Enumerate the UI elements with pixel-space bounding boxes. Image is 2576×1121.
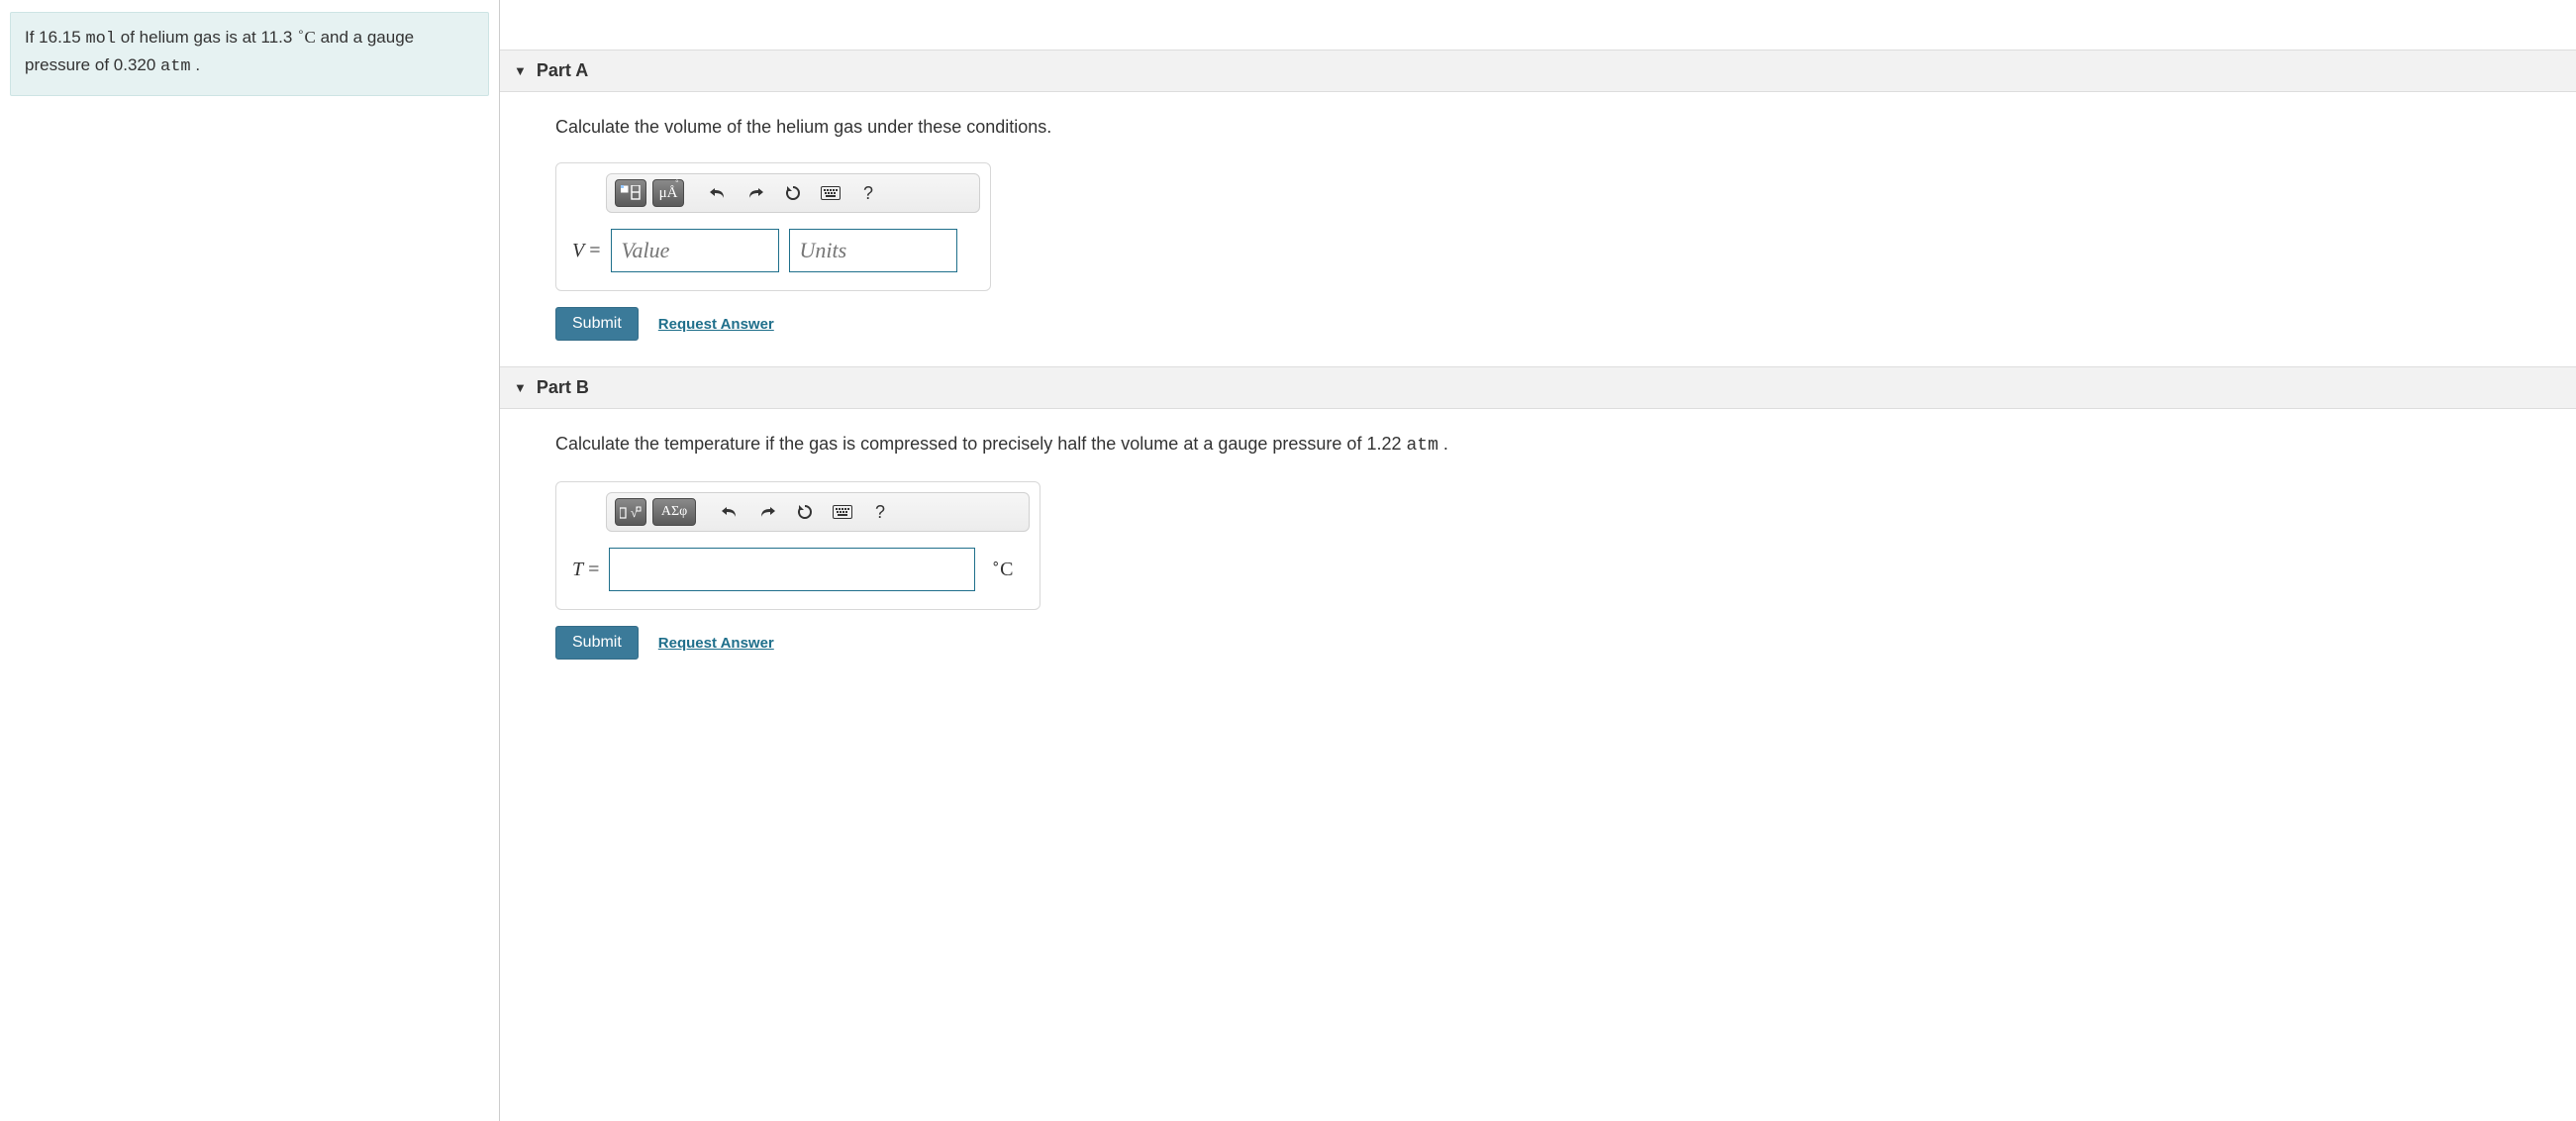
part-b-title: Part B bbox=[537, 377, 589, 398]
intro-degree: ∘C bbox=[297, 28, 316, 47]
part-a-body: Calculate the volume of the helium gas u… bbox=[500, 92, 2576, 366]
intro-text-1: If 16.15 bbox=[25, 28, 85, 47]
reset-button[interactable] bbox=[777, 179, 809, 207]
answer-input[interactable] bbox=[609, 548, 975, 591]
part-b-prompt: Calculate the temperature if the gas is … bbox=[555, 431, 2536, 459]
part-a-prompt: Calculate the volume of the helium gas u… bbox=[555, 114, 2536, 141]
reset-button[interactable] bbox=[789, 498, 821, 526]
redo-button[interactable] bbox=[740, 179, 771, 207]
part-a-variable-label: V = bbox=[572, 240, 601, 262]
part-b-variable-label: T = bbox=[572, 559, 599, 581]
intro-text-4: . bbox=[191, 55, 200, 74]
templates-button[interactable]: √ bbox=[615, 498, 646, 526]
submit-button[interactable]: Submit bbox=[555, 626, 639, 660]
part-b-body: Calculate the temperature if the gas is … bbox=[500, 409, 2576, 685]
submit-button[interactable]: Submit bbox=[555, 307, 639, 341]
undo-button[interactable] bbox=[702, 179, 734, 207]
undo-button[interactable] bbox=[714, 498, 745, 526]
part-a-header[interactable]: ▼ Part A bbox=[500, 50, 2576, 92]
help-button[interactable]: ? bbox=[852, 179, 884, 207]
problem-intro: If 16.15 mol of helium gas is at 11.3 ∘C… bbox=[10, 12, 489, 96]
keyboard-button[interactable] bbox=[815, 179, 846, 207]
symbols-button[interactable]: μÅ ° bbox=[652, 179, 684, 207]
intro-unit-atm: atm bbox=[160, 57, 191, 76]
intro-text-2: of helium gas is at 11.3 bbox=[116, 28, 297, 47]
answer-column: ▼ Part A Calculate the volume of the hel… bbox=[500, 0, 2576, 1121]
templates-button[interactable] bbox=[615, 179, 646, 207]
request-answer-link[interactable]: Request Answer bbox=[658, 635, 774, 652]
units-input[interactable] bbox=[789, 229, 957, 272]
part-a-title: Part A bbox=[537, 60, 588, 81]
collapse-icon: ▼ bbox=[514, 380, 527, 395]
part-b-toolbar: √ ΑΣφ bbox=[606, 492, 1030, 532]
part-a-actions: Submit Request Answer bbox=[555, 307, 2536, 341]
help-button[interactable]: ? bbox=[864, 498, 896, 526]
part-b-answer-panel: √ ΑΣφ bbox=[555, 481, 1040, 610]
request-answer-link[interactable]: Request Answer bbox=[658, 316, 774, 333]
symbols-button[interactable]: ΑΣφ bbox=[652, 498, 696, 526]
keyboard-button[interactable] bbox=[827, 498, 858, 526]
problem-context-column: If 16.15 mol of helium gas is at 11.3 ∘C… bbox=[0, 0, 500, 1121]
redo-button[interactable] bbox=[751, 498, 783, 526]
part-b-header[interactable]: ▼ Part B bbox=[500, 366, 2576, 409]
part-b-equation-row: T = ∘C bbox=[556, 538, 1040, 609]
part-a-toolbar: μÅ ° bbox=[606, 173, 980, 213]
part-a-equation-row: V = bbox=[556, 219, 990, 290]
collapse-icon: ▼ bbox=[514, 63, 527, 78]
part-b-actions: Submit Request Answer bbox=[555, 626, 2536, 660]
unit-suffix: ∘C bbox=[991, 559, 1013, 581]
value-input[interactable] bbox=[611, 229, 779, 272]
part-a-answer-panel: μÅ ° bbox=[555, 162, 991, 291]
intro-unit-mol: mol bbox=[85, 30, 116, 49]
